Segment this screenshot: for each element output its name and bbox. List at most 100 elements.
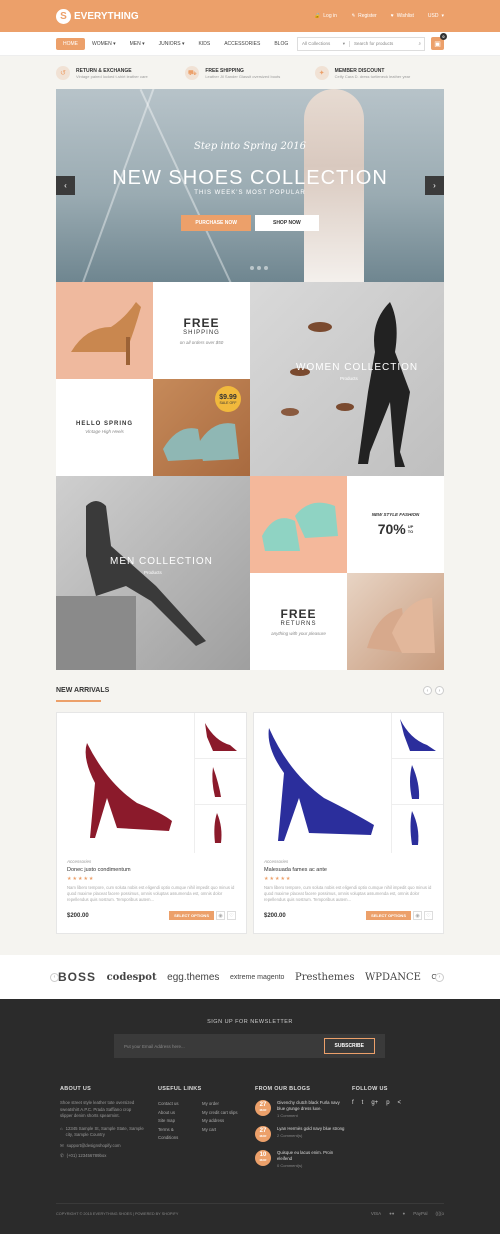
search-input[interactable]: Search for products (350, 41, 415, 46)
pink-shoes-tile[interactable] (347, 573, 444, 670)
brand-logo[interactable]: BOSS (58, 970, 96, 984)
phone-text: (+01) 123456789box (66, 1153, 107, 1158)
brands-prev-button[interactable]: ‹ (50, 972, 59, 982)
nav-men[interactable]: MEN ▾ (123, 38, 152, 50)
footer-link[interactable]: Contact us (158, 1100, 188, 1109)
footer-heading: FOLLOW US (352, 1086, 388, 1092)
arrivals-prev-button[interactable]: ‹ (423, 686, 432, 695)
eye-icon[interactable]: ◉ (216, 911, 225, 920)
blog-comments: 1 Comment (277, 1113, 298, 1118)
twitter-icon[interactable]: t (362, 1100, 364, 1106)
links-col-1: Contact us About us Site map Terms & Con… (158, 1100, 188, 1143)
newsletter-email-input[interactable]: Put your Email Address here... (124, 1044, 324, 1049)
search-category-select[interactable]: All Collections ▾ (298, 40, 350, 47)
facebook-icon[interactable]: f (352, 1100, 354, 1106)
select-options-button[interactable]: SELECT OPTIONS (169, 911, 214, 920)
eye-icon[interactable]: ◉ (413, 911, 422, 920)
google-plus-icon[interactable]: g+ (371, 1100, 378, 1106)
footer-link[interactable]: My credit cart slips (202, 1109, 238, 1118)
slider-dot[interactable] (257, 266, 261, 270)
nav-kids[interactable]: KIDS (192, 38, 218, 50)
search-icon[interactable]: ⌕ (415, 41, 424, 46)
product-thumb[interactable] (392, 805, 443, 851)
subscribe-button[interactable]: SUBSCRIBE (323, 1038, 375, 1054)
promo-small-text: on all orders over $50 (179, 340, 224, 345)
register-label: Register (358, 13, 377, 19)
product-thumb[interactable] (195, 759, 246, 805)
brand-logo[interactable]: egg.themes (167, 972, 219, 983)
top-links: 🔒 Log in ✎ Register ♥ Wishlist USD ▾ (314, 13, 444, 19)
nav-women[interactable]: WOMEN ▾ (85, 38, 123, 50)
product-footer: $200.00 SELECT OPTIONS ◉ ♡ (67, 911, 236, 920)
blog-item[interactable]: 27 MAR Lyan Hermès gold navy blue strong 2… (255, 1126, 347, 1142)
brand-logo[interactable]: Presthemes (295, 972, 354, 983)
wishlist-link[interactable]: ♥ Wishlist (391, 13, 414, 19)
chevron-down-icon: ▾ (342, 40, 345, 46)
new-style-promo[interactable]: NEW STYLE FASHION 70% UP TO (347, 476, 444, 573)
nav-juniors[interactable]: JUNIORS ▾ (152, 38, 192, 50)
newsletter-title: SIGN UP FOR NEWSLETTER (207, 1019, 293, 1025)
product-card[interactable]: Accessories Malesuada fames ac ante ★★★★… (253, 712, 444, 934)
footer-link[interactable]: My address (202, 1117, 238, 1126)
blog-item[interactable]: 27 MAR Givenchy clutch black Furla navy b… (255, 1100, 347, 1118)
heart-icon[interactable]: ♡ (227, 911, 236, 920)
women-collection-tile[interactable]: WOMEN COLLECTION Products (250, 282, 444, 476)
brand-logo[interactable]: WPDANCE (365, 972, 421, 983)
promo-sandal-image[interactable] (56, 282, 153, 379)
cart-button[interactable]: ▣ 0 (431, 33, 447, 50)
men-collection-tile[interactable]: MEN COLLECTION Products (56, 476, 250, 670)
product-thumb[interactable] (392, 713, 443, 759)
product-thumbnails (391, 713, 443, 853)
feature-discount: ✦ MEMBER DISCOUNT Celfy Cara D. dress tur… (314, 66, 444, 80)
nav-home[interactable]: HOME (56, 37, 85, 50)
hello-spring-promo[interactable]: HELLO SPRING Vintage High Heels (56, 379, 153, 476)
product-thumb[interactable] (392, 759, 443, 805)
wedge-shoes-tile[interactable]: $9.99 SALE OFF (153, 379, 250, 476)
nav-blog[interactable]: BLOG (267, 38, 295, 50)
pinterest-icon[interactable]: p (386, 1100, 389, 1106)
footer-link[interactable]: About us (158, 1109, 188, 1118)
share-icon[interactable]: < (398, 1100, 402, 1106)
footer-link[interactable]: My order (202, 1100, 238, 1109)
brand-logo[interactable]: extreme magento (230, 974, 284, 981)
brands-next-button[interactable]: › (435, 972, 444, 982)
footer-link[interactable]: Site map (158, 1117, 188, 1126)
heart-icon[interactable]: ♡ (424, 911, 433, 920)
select-options-button[interactable]: SELECT OPTIONS (366, 911, 411, 920)
nav-accessories[interactable]: ACCESSORIES (217, 38, 267, 50)
product-name[interactable]: Donec justo condimentum (67, 867, 236, 873)
purchase-now-button[interactable]: PURCHASE NOW (181, 215, 251, 231)
free-shipping-promo[interactable]: FREE SHIPPING on all orders over $50 (153, 282, 250, 379)
logo[interactable]: S EVERYTHING (56, 8, 139, 24)
blog-title[interactable]: Quisque eu lacus enim. Proin eleifend (277, 1150, 347, 1162)
slider-next-button[interactable]: › (425, 176, 444, 195)
blog-title[interactable]: Lyan Hermès gold navy blue strong (277, 1126, 344, 1132)
footer-link[interactable]: My cart (202, 1126, 238, 1135)
product-main-image[interactable] (254, 713, 393, 853)
blog-title[interactable]: Givenchy clutch black Furla navy blue gr… (277, 1100, 347, 1112)
product-card[interactable]: Accessories Donec justo condimentum ★★★★… (56, 712, 247, 934)
product-thumb[interactable] (195, 713, 246, 759)
product-category[interactable]: Accessories (264, 859, 433, 864)
product-name[interactable]: Malesuada fames ac ante (264, 867, 433, 873)
footer-link[interactable]: Terms & Conditions (158, 1126, 188, 1143)
logo-badge: S (56, 8, 71, 24)
slider-dot[interactable] (264, 266, 268, 270)
brand-logo[interactable]: codespot (107, 972, 157, 983)
currency-select[interactable]: USD ▾ (428, 13, 444, 19)
product-thumb[interactable] (195, 805, 246, 851)
blog-item[interactable]: 10 MAR Quisque eu lacus enim. Proin eleif… (255, 1150, 347, 1168)
arrivals-next-button[interactable]: › (435, 686, 444, 695)
product-category[interactable]: Accessories (67, 859, 236, 864)
login-link[interactable]: 🔒 Log in (314, 13, 337, 19)
mint-heels-tile[interactable] (250, 476, 347, 573)
register-link[interactable]: ✎ Register (351, 13, 377, 19)
slider-dots (250, 266, 268, 270)
free-returns-promo[interactable]: FREE RETURNS anything with your pleasure (250, 573, 347, 670)
discount-to: TO (407, 529, 414, 534)
shop-now-button[interactable]: SHOP NOW (254, 215, 319, 231)
email-link[interactable]: support@designshopify.com (67, 1143, 121, 1150)
product-main-image[interactable] (57, 713, 196, 853)
slider-prev-button[interactable]: ‹ (56, 176, 75, 195)
slider-dot[interactable] (250, 266, 254, 270)
